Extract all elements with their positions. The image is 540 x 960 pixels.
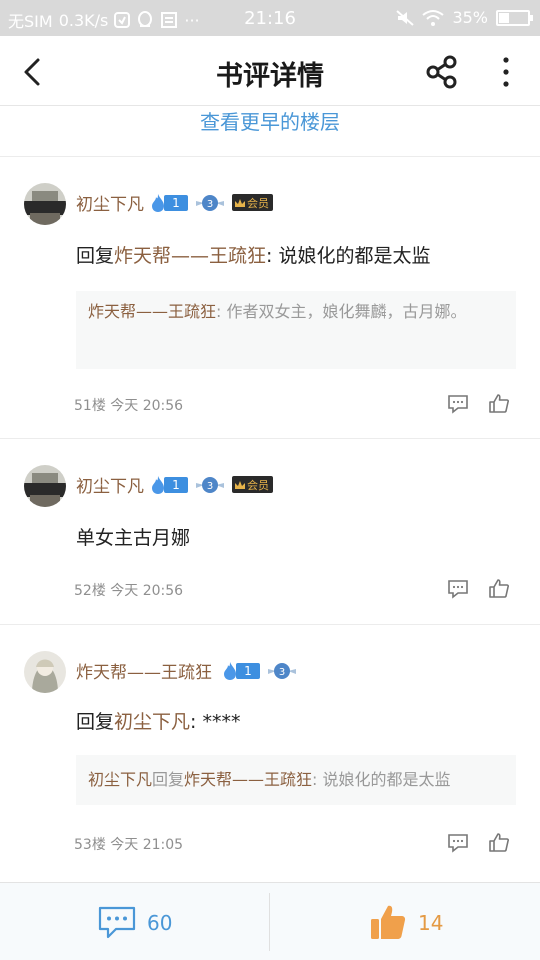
comment-item: 初尘下凡 1 3 会员 回复炸天帮——王疏狂: 说娘化的都是太监 炸天帮——王疏… (0, 156, 540, 438)
quote-text: : 作者双女主，娘化舞麟，古月娜。 (216, 302, 467, 321)
view-earlier-floors-link[interactable]: 查看更早的楼层 (0, 106, 540, 156)
comment-body: 回复炸天帮——王疏狂: 说娘化的都是太监 (76, 241, 430, 268)
comment-item: 初尘下凡 1 3 会员 单女主古月娜 52楼 今天 20:56 (0, 438, 540, 624)
username[interactable]: 炸天帮——王疏狂 (76, 658, 212, 683)
vip-label: 会员 (247, 196, 269, 210)
svg-text:3: 3 (207, 199, 213, 210)
battery-percent: 35% (452, 8, 488, 27)
reply-comment-icon[interactable] (447, 832, 469, 854)
comment-meta: 51楼 今天 20:56 (74, 395, 183, 415)
like-icon[interactable] (488, 577, 510, 599)
quote-text: : 说娘化的都是太监 (312, 770, 451, 789)
like-count[interactable]: 14 (418, 911, 443, 935)
status-bar: 无SIM 0.3K/s ··· 21:16 35% (0, 0, 540, 36)
app-header: 书评详情 (0, 36, 540, 106)
reply-to-user[interactable]: 炸天帮——王疏狂 (114, 245, 266, 267)
reply-prefix: 回复 (76, 245, 115, 267)
thumbs-up-icon[interactable] (370, 903, 406, 941)
vip-label: 会员 (247, 478, 269, 492)
user-avatar[interactable] (24, 183, 66, 225)
bottom-divider (269, 893, 270, 951)
svg-text:3: 3 (207, 481, 213, 492)
comment-count[interactable]: 60 (147, 911, 172, 935)
comment-list: 初尘下凡 1 3 会员 回复炸天帮——王疏狂: 说娘化的都是太监 炸天帮——王疏… (0, 156, 540, 882)
comment-time: 今天 21:05 (110, 837, 184, 853)
like-icon[interactable] (488, 831, 510, 853)
comment-body: 回复初尘下凡: **** (76, 707, 240, 734)
share-icon[interactable] (424, 54, 460, 90)
reply-prefix: 回复 (76, 711, 115, 733)
quote-reply-word: 回复 (152, 770, 185, 789)
battery-icon (496, 9, 533, 26)
level-number: 1 (164, 476, 188, 493)
vip-badge: 会员 (232, 476, 273, 493)
svg-text:3: 3 (279, 667, 285, 678)
status-right: 35% (396, 8, 533, 27)
comment-time: 今天 20:56 (110, 583, 184, 599)
quote-username[interactable]: 炸天帮——王疏狂 (88, 302, 216, 321)
level-badge: 1 (150, 475, 188, 495)
reply-text: : 说娘化的都是太监 (266, 245, 431, 267)
quote-reply-to-user[interactable]: 炸天帮——王疏狂 (184, 770, 312, 789)
user-info-row: 初尘下凡 1 3 会员 (76, 190, 273, 215)
crown-icon (235, 480, 245, 489)
floor-number: 53楼 (74, 837, 106, 853)
comment-body: 单女主古月娜 (76, 527, 191, 549)
comment-meta: 52楼 今天 20:56 (74, 580, 183, 600)
rank-badge-icon: 3 (196, 476, 224, 493)
user-info-row: 初尘下凡 1 3 会员 (76, 472, 273, 497)
level-number: 1 (164, 194, 188, 211)
reply-text: : **** (190, 711, 241, 733)
rank-badge-icon: 3 (268, 662, 296, 679)
quoted-comment[interactable]: 炸天帮——王疏狂: 作者双女主，娘化舞麟，古月娜。 (76, 291, 516, 369)
quoted-comment[interactable]: 初尘下凡回复炸天帮——王疏狂: 说娘化的都是太监 (76, 755, 516, 805)
reply-to-user[interactable]: 初尘下凡 (114, 711, 190, 733)
comment-item: 炸天帮——王疏狂 1 3 回复初尘下凡: **** 初尘下凡回复炸天帮——王疏狂… (0, 624, 540, 882)
vip-badge: 会员 (232, 194, 273, 211)
comment-time: 今天 20:56 (110, 398, 184, 414)
level-number: 1 (236, 662, 260, 679)
reply-comment-icon[interactable] (447, 578, 469, 600)
level-badge: 1 (150, 193, 188, 213)
quote-username[interactable]: 初尘下凡 (88, 770, 152, 789)
like-icon[interactable] (488, 392, 510, 414)
username[interactable]: 初尘下凡 (76, 472, 144, 497)
user-info-row: 炸天帮——王疏狂 1 3 (76, 658, 296, 683)
rank-badge-icon: 3 (196, 194, 224, 211)
username[interactable]: 初尘下凡 (76, 190, 144, 215)
comment-meta: 53楼 今天 21:05 (74, 834, 183, 854)
comment-icon[interactable] (98, 905, 136, 941)
reply-comment-icon[interactable] (447, 393, 469, 415)
user-avatar[interactable] (24, 465, 66, 507)
level-badge: 1 (222, 661, 260, 681)
wifi-icon (422, 9, 445, 26)
mute-icon (396, 9, 415, 26)
floor-number: 51楼 (74, 398, 106, 414)
crown-icon (235, 198, 245, 207)
bottom-action-bar: 60 14 (0, 882, 540, 960)
floor-number: 52楼 (74, 583, 106, 599)
battery-fill (499, 12, 509, 23)
more-vertical-icon[interactable] (494, 54, 518, 90)
user-avatar[interactable] (24, 651, 66, 693)
